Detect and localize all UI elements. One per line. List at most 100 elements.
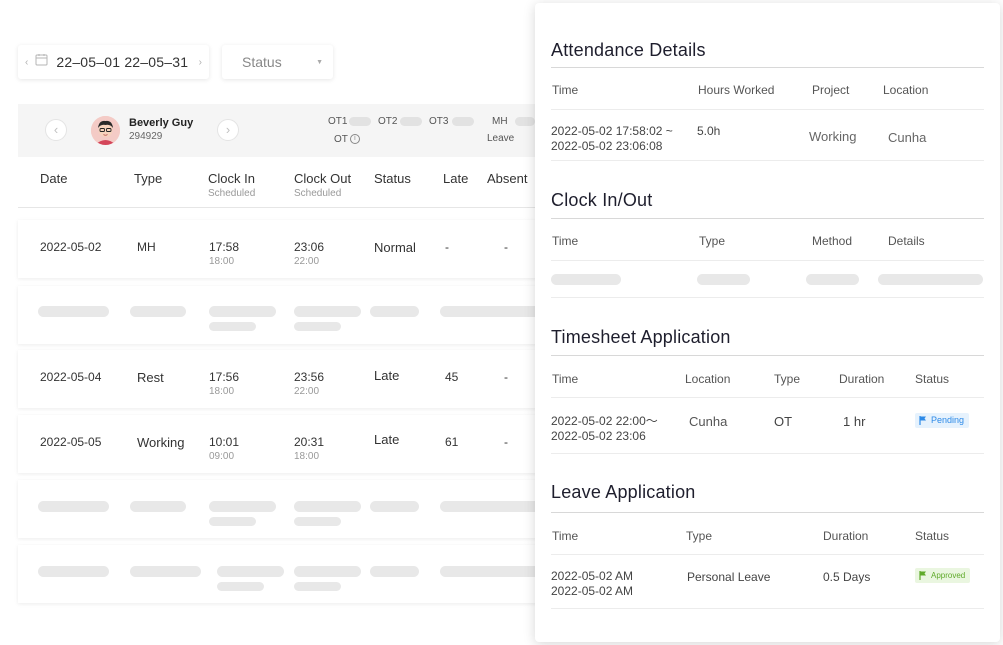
ot3-value-placeholder	[452, 117, 474, 126]
skeleton-bar	[209, 322, 256, 331]
col-header-clock-out-sub: Scheduled	[294, 188, 342, 199]
skeleton-bar	[38, 566, 109, 577]
chevron-left-icon[interactable]: ‹	[25, 57, 28, 68]
cell-clock-in-scheduled: 09:00	[209, 451, 235, 462]
avatar	[91, 116, 120, 145]
timesheet-type: OT	[774, 414, 793, 429]
leave-type: Personal Leave	[687, 570, 771, 584]
section-divider	[551, 67, 984, 68]
cell-clock-in-time: 17:58	[209, 240, 240, 254]
employee-name: Beverly Guy	[129, 117, 194, 129]
cell-clock-in-time: 17:56	[209, 370, 240, 384]
row-divider	[551, 554, 984, 555]
col-header-absent[interactable]: Absent	[487, 171, 527, 186]
cell-absent: -	[504, 435, 508, 449]
col-header-date[interactable]: Date	[40, 171, 67, 186]
table-row[interactable]: 2022-05-02 MH 17:58 18:00 23:06 22:00 Norm…	[18, 220, 538, 278]
cell-clock-out-scheduled: 22:00	[294, 386, 320, 397]
flag-icon	[919, 416, 926, 426]
cell-clock-out-time: 23:06	[294, 240, 325, 254]
skeleton-bar	[294, 582, 341, 591]
table-row-loading	[18, 480, 538, 538]
skeleton-bar	[130, 501, 186, 512]
prev-employee-button[interactable]: ‹	[45, 119, 67, 141]
timesheet-header-status: Status	[915, 372, 950, 386]
ot2-label: OT2	[378, 116, 398, 127]
skeleton-bar	[440, 306, 538, 317]
attendance-time-start: 2022-05-02 17:58:02 ~	[551, 124, 673, 138]
table-row[interactable]: 2022-05-04 Rest 17:56 18:00 23:56 22:00 La…	[18, 350, 538, 408]
leave-time: 2022-05-02 AM 2022-05-02 AM	[551, 569, 633, 599]
attendance-time: 2022-05-02 17:58:02 ~ 2022-05-02 23:06:0…	[551, 124, 673, 154]
col-header-clock-out[interactable]: Clock Out Scheduled	[294, 171, 351, 199]
attendance-header-hours: Hours Worked	[698, 83, 775, 97]
skeleton-bar	[370, 306, 419, 317]
col-header-clock-in-label: Clock In	[208, 171, 255, 186]
attendance-time-end: 2022-05-02 23:06:08	[551, 139, 663, 153]
cell-clock-in-time: 10:01	[209, 435, 240, 449]
cell-clock-out-scheduled: 22:00	[294, 256, 320, 267]
cell-clock-out: 20:31 18:00	[294, 435, 324, 462]
info-icon[interactable]: i	[349, 134, 360, 145]
skeleton-bar	[38, 501, 109, 512]
ot3-label: OT3	[429, 116, 449, 127]
col-header-late[interactable]: Late	[443, 171, 468, 186]
timesheet-time-end: 2022-05-02 23:06	[551, 429, 646, 443]
cell-clock-out: 23:06 22:00	[294, 240, 324, 267]
status-select[interactable]: Status ▼	[222, 45, 333, 79]
row-divider	[551, 260, 984, 261]
skeleton-bar	[217, 566, 284, 577]
cell-clock-in-scheduled: 18:00	[209, 256, 235, 267]
timesheet-header-duration: Duration	[839, 372, 885, 386]
section-title-leave: Leave Application	[551, 482, 696, 502]
cell-clock-out-time: 23:56	[294, 370, 325, 384]
table-row[interactable]: 2022-05-05 Working 10:01 09:00 20:31 18:00…	[18, 415, 538, 473]
cell-type: Rest	[137, 370, 164, 385]
col-header-clock-in[interactable]: Clock In Scheduled	[208, 171, 255, 199]
cell-clock-out-time: 20:31	[294, 435, 325, 449]
row-divider	[551, 160, 984, 161]
cell-clock-in: 10:01 09:00	[209, 435, 239, 462]
attendance-hours: 5.0h	[697, 124, 721, 138]
skeleton-bar	[370, 566, 419, 577]
timesheet-time-start: 2022-05-02 22:00～	[551, 414, 658, 428]
timesheet-location: Cunha	[689, 414, 728, 429]
status-badge-approved-label: Approved	[931, 571, 966, 580]
row-divider	[551, 397, 984, 398]
status-badge-pending: Pending	[915, 413, 970, 428]
clock-header-method: Method	[812, 234, 853, 248]
chevron-down-icon: ▼	[316, 58, 323, 66]
date-range-picker[interactable]: ‹ 22–05–01 22–05–31 ›	[18, 45, 209, 79]
skeleton-bar	[294, 566, 361, 577]
timesheet-header-location: Location	[685, 372, 731, 386]
cell-type: Working	[137, 435, 185, 450]
section-divider	[551, 355, 984, 356]
leave-time-start: 2022-05-02 AM	[551, 569, 634, 583]
attendance-header-project: Project	[812, 83, 850, 97]
skeleton-bar	[294, 517, 341, 526]
ot1-label: OT1	[328, 116, 348, 127]
date-range-value: 22–05–01 22–05–31	[56, 54, 189, 70]
skeleton-bar	[209, 306, 276, 317]
col-header-type[interactable]: Type	[134, 171, 162, 186]
section-title-clock: Clock In/Out	[551, 190, 653, 210]
mh-label: MH	[492, 116, 508, 127]
cell-late: 61	[445, 435, 459, 449]
cell-date: 2022-05-02	[40, 240, 102, 254]
attendance-project: Working	[809, 129, 857, 144]
cell-date: 2022-05-05	[40, 435, 102, 449]
leave-header-status: Status	[915, 529, 950, 543]
clock-header-type: Type	[699, 234, 726, 248]
skeleton-bar	[38, 306, 109, 317]
skeleton-bar	[440, 566, 538, 577]
section-title-timesheet: Timesheet Application	[551, 327, 731, 347]
row-divider	[551, 608, 984, 609]
calendar-icon	[35, 53, 48, 71]
chevron-right-icon[interactable]: ›	[199, 57, 202, 68]
ot-label-text: OT	[334, 134, 348, 145]
table-row-loading	[18, 545, 538, 603]
col-header-status[interactable]: Status	[374, 171, 411, 186]
next-employee-button[interactable]: ›	[217, 119, 239, 141]
skeleton-bar	[878, 274, 983, 285]
attendance-header-location: Location	[883, 83, 929, 97]
